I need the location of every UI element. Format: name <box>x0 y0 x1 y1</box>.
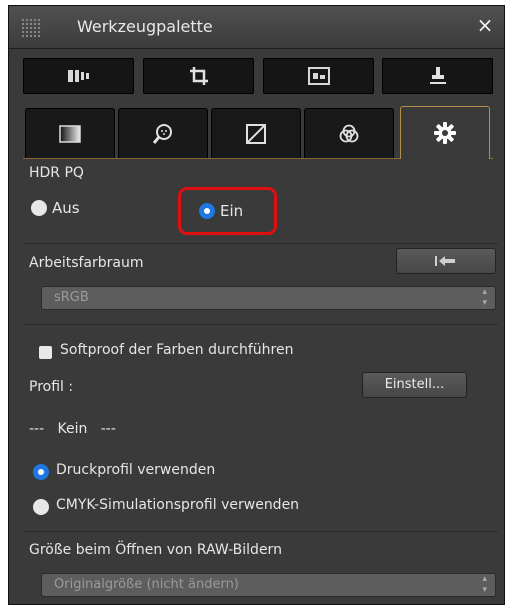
colorspace-value: sRGB <box>54 290 89 305</box>
softproof-label[interactable]: Softproof der Farben durchführen <box>60 342 294 358</box>
detail-zoom-icon <box>152 123 172 144</box>
select-arrows-icon: ▴ ▾ <box>482 574 487 595</box>
raw-size-value: Originalgröße (nicht ändern) <box>54 577 239 592</box>
tab-detail[interactable] <box>118 108 208 158</box>
stamp-icon <box>429 67 446 84</box>
reset-arrow-icon <box>435 255 455 266</box>
softproof-checkbox[interactable] <box>39 346 52 359</box>
tab-tone[interactable] <box>25 108 115 158</box>
tab-settings[interactable] <box>400 106 490 159</box>
profile-label: Profil : <box>29 379 74 395</box>
close-button[interactable]: × <box>474 14 496 36</box>
cmyk-profile-label[interactable]: CMYK-Simulationsprofil verwenden <box>56 497 299 513</box>
hdr-off-label[interactable]: Aus <box>52 199 80 217</box>
tool-palette-window: Werkzeugpalette × HDR PQ Aus Ein Arbeits… <box>8 5 505 605</box>
drag-grip-icon[interactable] <box>21 18 41 38</box>
window-title: Werkzeugpalette <box>77 17 213 36</box>
tab-basic-adjust[interactable] <box>23 58 134 94</box>
hdr-pq-label: HDR PQ <box>29 165 84 181</box>
curve-icon <box>246 123 266 144</box>
hdr-on-radio[interactable] <box>199 203 215 219</box>
crop-icon <box>189 67 208 85</box>
tone-icon <box>59 124 81 143</box>
tab-curve[interactable] <box>211 108 301 158</box>
settings-panel: HDR PQ Aus Ein Arbeitsfarbraum sRGB ▴ ▾ S… <box>9 159 504 604</box>
tab-stamp[interactable] <box>382 58 493 94</box>
divider <box>23 324 498 325</box>
select-arrows-icon: ▴ ▾ <box>482 287 487 308</box>
profile-settings-button[interactable]: Einstell... <box>362 372 467 398</box>
profile-value: --- Kein --- <box>29 421 116 437</box>
print-profile-label[interactable]: Druckprofil verwenden <box>56 462 215 478</box>
hdr-off-radio[interactable] <box>31 200 47 216</box>
hdr-on-label[interactable]: Ein <box>220 202 243 220</box>
print-profile-radio[interactable] <box>33 464 49 480</box>
raw-size-select[interactable]: Originalgröße (nicht ändern) ▴ ▾ <box>41 573 496 597</box>
tab-crop[interactable] <box>143 58 254 94</box>
tab-image-view[interactable] <box>263 58 374 94</box>
basic-adjust-icon <box>67 70 89 82</box>
colorspace-reset-button[interactable] <box>396 248 496 274</box>
raw-size-label: Größe beim Öffnen von RAW-Bildern <box>29 542 282 558</box>
color-icon <box>339 124 359 142</box>
tab-color[interactable] <box>304 108 394 158</box>
colorspace-select[interactable]: sRGB ▴ ▾ <box>41 286 496 310</box>
title-bar[interactable]: Werkzeugpalette × <box>9 6 504 49</box>
settings-gear-icon <box>434 122 456 144</box>
colorspace-label: Arbeitsfarbraum <box>29 255 144 271</box>
tool-tab-row <box>23 106 493 159</box>
image-view-icon <box>307 67 330 85</box>
top-tab-row <box>23 58 493 94</box>
divider <box>23 531 498 532</box>
divider <box>23 243 498 244</box>
cmyk-profile-radio[interactable] <box>33 499 49 515</box>
